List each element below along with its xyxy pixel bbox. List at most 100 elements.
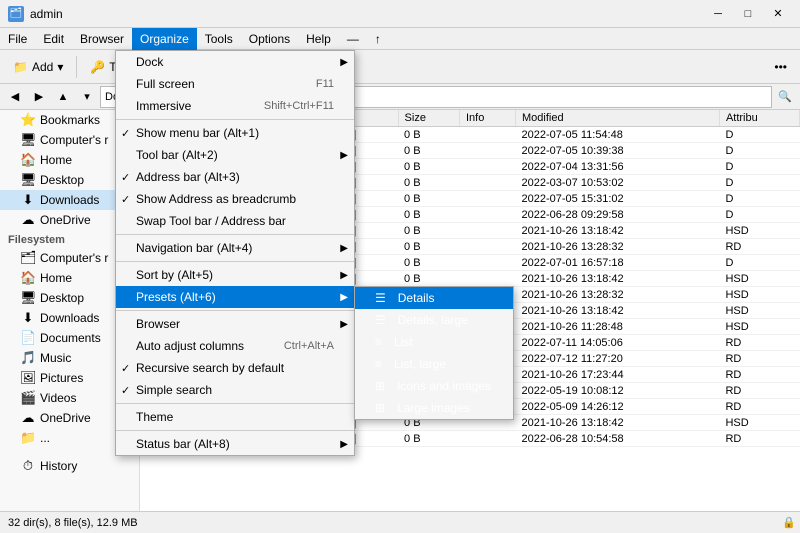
menu-recursive-search[interactable]: ✓ Recursive search by default — [116, 357, 354, 379]
separator-5 — [116, 403, 354, 404]
forward-button[interactable]: ▶ — [28, 86, 50, 108]
col-size[interactable]: Size — [398, 110, 459, 127]
menu-theme[interactable]: Theme — [116, 406, 354, 428]
sortby-arrow: ▶ — [340, 270, 348, 281]
menu-swap-toolbar[interactable]: Swap Tool bar / Address bar — [116, 210, 354, 232]
menu-navbar[interactable]: Navigation bar (Alt+4) ▶ — [116, 237, 354, 259]
large-images-icon: ⊞ — [375, 401, 385, 415]
menu-edit[interactable]: Edit — [35, 28, 72, 50]
maximize-button[interactable]: □ — [734, 4, 762, 24]
app-icon: 🗂 — [8, 6, 24, 22]
fs-documents-icon: 📄 — [20, 330, 36, 346]
check-simple-search: ✓ — [121, 384, 130, 397]
menu-auto-adjust[interactable]: Auto adjust columns Ctrl+Alt+A — [116, 335, 354, 357]
title-bar-text: admin — [30, 7, 704, 21]
separator-1 — [116, 119, 354, 120]
menu-show-menubar[interactable]: ✓ Show menu bar (Alt+1) — [116, 122, 354, 144]
menu-sortby[interactable]: Sort by (Alt+5) ▶ — [116, 264, 354, 286]
menu-file[interactable]: File — [0, 28, 35, 50]
col-info[interactable]: Info — [460, 110, 516, 127]
preset-list-large[interactable]: ≡ List, large — [355, 353, 513, 375]
dock-arrow: ▶ — [340, 57, 348, 68]
close-button[interactable]: ✕ — [764, 4, 792, 24]
desktop-icon: 🖥 — [20, 172, 36, 188]
details-large-icon: ☰ — [375, 313, 386, 327]
toolbar-separator-1 — [76, 56, 77, 78]
menu-organize[interactable]: Organize — [132, 28, 197, 50]
details-icon: ☰ — [375, 291, 386, 305]
presets-arrow: ▶ — [340, 292, 348, 303]
onedrive-icon: ☁ — [20, 212, 36, 228]
col-attrib[interactable]: Attribu — [719, 110, 799, 127]
fs-more-icon: 📁 — [20, 430, 36, 446]
check-breadcrumb: ✓ — [121, 193, 130, 206]
more-button[interactable]: ••• — [765, 53, 796, 81]
title-bar: 🗂 admin ─ □ ✕ — [0, 0, 800, 28]
preset-large-images[interactable]: ⊞ Large images — [355, 397, 513, 419]
preset-details[interactable]: ☰ Details — [355, 287, 513, 309]
list-large-icon: ≡ — [375, 357, 382, 371]
menu-browser-item[interactable]: Browser ▶ — [116, 313, 354, 335]
computer-icon: 🖥 — [20, 132, 36, 148]
separator-2 — [116, 234, 354, 235]
fs-downloads-icon: ⬇ — [20, 310, 36, 326]
menu-statusbar[interactable]: Status bar (Alt+8) ▶ — [116, 433, 354, 455]
fs-videos-icon: 🎬 — [20, 390, 36, 406]
fs-onedrive-icon: ☁ — [20, 410, 36, 426]
list-icon: ≡ — [375, 335, 382, 349]
menu-fullscreen[interactable]: Full screen F11 — [116, 73, 354, 95]
navbar-arrow: ▶ — [340, 243, 348, 254]
menu-simple-search[interactable]: ✓ Simple search — [116, 379, 354, 401]
statusbar-arrow: ▶ — [340, 439, 348, 450]
check-recursive: ✓ — [121, 362, 130, 375]
menu-browser[interactable]: Browser — [72, 28, 132, 50]
menu-help[interactable]: Help — [298, 28, 339, 50]
minimize-button[interactable]: ─ — [704, 4, 732, 24]
menu-tools[interactable]: Tools — [197, 28, 241, 50]
search-button[interactable]: 🔍 — [774, 86, 796, 108]
sidebar-item-history[interactable]: ⏱ History — [0, 456, 139, 476]
dropdown-button[interactable]: ▾ — [76, 86, 98, 108]
status-bar: 32 dir(s), 8 file(s), 12.9 MB 🔒 — [0, 511, 800, 533]
separator-3 — [116, 261, 354, 262]
menu-sep: — — [339, 28, 367, 50]
preset-icons-images[interactable]: ⊞ Icons and images — [355, 375, 513, 397]
organize-menu[interactable]: Dock ▶ Full screen F11 Immersive Shift+C… — [115, 50, 355, 456]
icons-images-icon: ⊞ — [375, 379, 385, 393]
menu-presets[interactable]: Presets (Alt+6) ▶ ☰ Details ☰ Details, l… — [116, 286, 354, 308]
menu-immersive[interactable]: Immersive Shift+Ctrl+F11 — [116, 95, 354, 117]
back-button[interactable]: ◀ — [4, 86, 26, 108]
menu-up[interactable]: ↑ — [367, 28, 389, 50]
separator-4 — [116, 310, 354, 311]
preset-list[interactable]: ≡ List — [355, 331, 513, 353]
add-button[interactable]: 📁 Add ▾ — [4, 53, 72, 81]
status-text: 32 dir(s), 8 file(s), 12.9 MB — [8, 517, 138, 529]
menu-bar: File Edit Browser Organize Tools Options… — [0, 28, 800, 50]
fs-pictures-icon: 🖼 — [20, 370, 36, 386]
menu-addressbar[interactable]: ✓ Address bar (Alt+3) — [116, 166, 354, 188]
separator-6 — [116, 430, 354, 431]
fs-desktop-icon: 🖥 — [20, 290, 36, 306]
menu-show-breadcrumb[interactable]: ✓ Show Address as breadcrumb — [116, 188, 354, 210]
downloads-icon: ⬇ — [20, 192, 36, 208]
title-bar-controls: ─ □ ✕ — [704, 4, 792, 24]
test-icon: 🔑 — [90, 60, 105, 74]
toolbar-arrow: ▶ — [340, 150, 348, 161]
fs-home-icon: 🏠 — [20, 270, 36, 286]
menu-dock[interactable]: Dock ▶ — [116, 51, 354, 73]
up-button[interactable]: ▲ — [52, 86, 74, 108]
fs-music-icon: 🎵 — [20, 350, 36, 366]
menu-options[interactable]: Options — [241, 28, 298, 50]
col-modified[interactable]: Modified — [516, 110, 720, 127]
check-menubar: ✓ — [121, 127, 130, 140]
browser-arrow: ▶ — [340, 319, 348, 330]
add-dropdown-icon: ▾ — [57, 60, 63, 74]
bookmarks-icon: ⭐ — [20, 112, 36, 128]
history-icon: ⏱ — [20, 458, 36, 474]
fs-computer-icon: 🗂 — [20, 250, 36, 266]
presets-submenu[interactable]: ☰ Details ☰ Details, large ≡ List ≡ List… — [354, 286, 514, 420]
lock-icon: 🔒 — [782, 516, 796, 529]
preset-details-large[interactable]: ☰ Details, large — [355, 309, 513, 331]
home-icon: 🏠 — [20, 152, 36, 168]
menu-toolbar[interactable]: Tool bar (Alt+2) ▶ — [116, 144, 354, 166]
